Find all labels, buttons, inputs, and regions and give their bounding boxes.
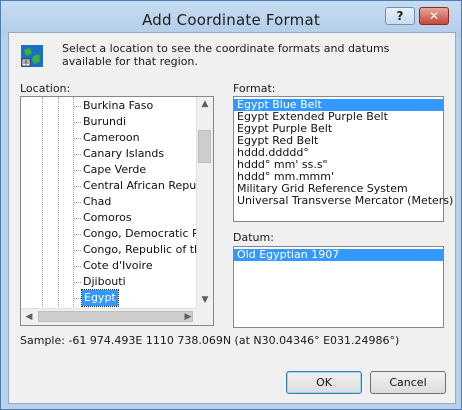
location-item-selected[interactable]: Egypt [81, 289, 119, 307]
tree-connector [73, 298, 81, 299]
scroll-down-arrow-icon[interactable]: ▼ [198, 293, 212, 307]
globe-icon [21, 45, 43, 67]
tree-connector [73, 202, 81, 203]
tree-connector [73, 218, 81, 219]
cancel-button[interactable]: Cancel [370, 371, 446, 394]
location-item[interactable]: Congo, Democratic Rep [83, 226, 197, 242]
scrollbar-corner [197, 309, 213, 325]
location-item[interactable]: Cote d'Ivoire [83, 258, 153, 274]
location-horizontal-scrollbar[interactable]: ◀ ▶ [21, 308, 197, 325]
tree-connector [73, 138, 81, 139]
location-item[interactable]: Cameroon [83, 130, 140, 146]
location-tree[interactable]: Burkina Faso Burundi Cameroon Canary Isl… [20, 96, 214, 326]
format-list[interactable]: Egypt Blue Belt Egypt Extended Purple Be… [233, 96, 453, 222]
vertical-scroll-thumb[interactable] [198, 130, 211, 163]
datum-item-selected[interactable]: Old Egyptian 1907 [234, 249, 443, 261]
location-item[interactable]: Burundi [83, 114, 126, 130]
tree-connector [73, 234, 81, 235]
tree-connector [73, 154, 81, 155]
format-item[interactable]: Universal Transverse Mercator (Meters) [234, 195, 453, 207]
tree-connector [73, 266, 81, 267]
tree-connector [73, 106, 81, 107]
close-button[interactable]: ✕ [419, 7, 449, 25]
location-item[interactable]: Canary Islands [83, 146, 164, 162]
location-vertical-scrollbar[interactable]: ▲ ▼ [196, 97, 213, 309]
tree-guide-line [73, 97, 74, 309]
datum-label: Datum: [233, 231, 274, 244]
dialog-window: Add Coordinate Format ? ✕ Select a locat… [0, 0, 462, 410]
location-item[interactable]: Chad [83, 194, 111, 210]
ok-button[interactable]: OK [286, 371, 362, 394]
datum-list[interactable]: Old Egyptian 1907 [233, 246, 444, 328]
location-label: Location: [20, 82, 71, 95]
help-button[interactable]: ? [385, 7, 415, 25]
scroll-right-arrow-icon[interactable]: ▶ [181, 310, 195, 324]
horizontal-scroll-thumb[interactable] [38, 311, 193, 322]
format-label: Format: [233, 82, 276, 95]
location-item[interactable]: Congo, Republic of the [83, 242, 197, 258]
location-item[interactable]: Burkina Faso [83, 98, 153, 114]
scroll-left-arrow-icon[interactable]: ◀ [22, 310, 36, 324]
location-item[interactable]: Central African Republic [83, 178, 197, 194]
location-item[interactable]: Cape Verde [83, 162, 146, 178]
tree-guide-line [42, 97, 43, 309]
tree-connector [73, 250, 81, 251]
intro-text: Select a location to see the coordinate … [62, 42, 390, 68]
tree-connector [73, 170, 81, 171]
tree-guide-line [58, 97, 59, 309]
scroll-up-arrow-icon[interactable]: ▲ [198, 97, 212, 111]
tree-connector [73, 122, 81, 123]
location-tree-items: Burkina Faso Burundi Cameroon Canary Isl… [21, 97, 197, 309]
tree-connector [73, 282, 81, 283]
sample-text: Sample: -61 974.493E 1110 738.069N (at N… [20, 334, 400, 347]
location-item[interactable]: Djibouti [83, 274, 126, 290]
location-item[interactable]: Comoros [83, 210, 132, 226]
tree-connector [73, 186, 81, 187]
